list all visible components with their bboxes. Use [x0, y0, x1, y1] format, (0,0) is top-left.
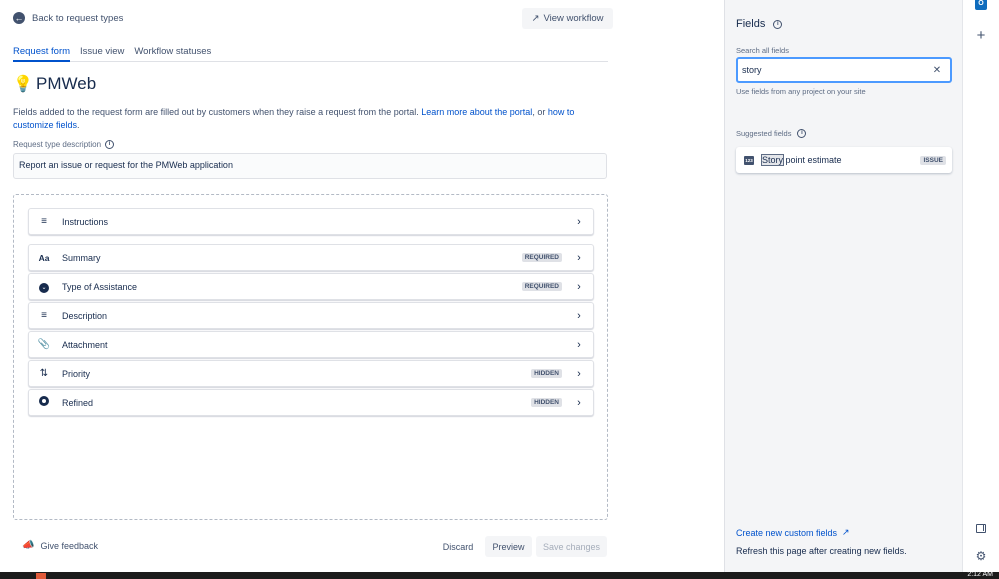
discard-button[interactable]: Discard — [437, 536, 479, 557]
sidebar-toggle-icon[interactable] — [974, 522, 988, 536]
dropdown-circle-icon: ⌄ — [37, 281, 51, 293]
info-sentence: Fields added to the request form are fil… — [13, 107, 419, 117]
suggested-field-story-point-estimate[interactable]: 123 Story point estimate ISSUE — [736, 147, 952, 173]
field-row-description[interactable]: ≡ Description › — [28, 302, 594, 329]
tab-workflow-statuses[interactable]: Workflow statuses — [134, 44, 211, 62]
back-to-request-types-link[interactable]: ← Back to request types — [13, 12, 123, 24]
field-row-attachment[interactable]: 📎 Attachment › — [28, 331, 594, 358]
field-row-priority[interactable]: ⇅ Priority HIDDEN › — [28, 360, 594, 387]
priority-arrows-icon: ⇅ — [39, 368, 49, 379]
fields-panel-title: Fields i — [736, 18, 783, 30]
hidden-badge: HIDDEN — [531, 369, 562, 378]
field-row-refined[interactable]: Refined HIDDEN › — [28, 389, 594, 416]
search-fields-box[interactable]: ✕ — [736, 57, 952, 83]
view-workflow-label: View workflow — [543, 13, 604, 24]
field-row-type-of-assistance[interactable]: ⌄ Type of Assistance REQUIRED › — [28, 273, 594, 300]
request-form-editor: ← Back to request types ↗ View workflow … — [0, 0, 724, 572]
taskbar-clock: 2:12 AM — [967, 571, 993, 578]
external-link-icon: ↗ — [842, 527, 850, 537]
clear-search-icon[interactable]: ✕ — [930, 65, 944, 76]
field-label: Priority — [62, 368, 91, 379]
required-badge: REQUIRED — [521, 253, 562, 262]
request-type-description-field[interactable]: Report an issue or request for the PMWeb… — [13, 153, 607, 179]
tab-issue-view[interactable]: Issue view — [80, 44, 124, 62]
search-hint: Use fields from any project on your site — [736, 87, 866, 96]
chevron-right-icon[interactable]: › — [574, 252, 584, 264]
field-label: Instructions — [62, 216, 109, 227]
page-title: 💡 PMWeb — [13, 74, 96, 94]
field-label: Type of Assistance — [62, 281, 138, 292]
arrow-left-icon: ← — [13, 12, 25, 24]
taskbar: 2:12 AM — [0, 571, 999, 579]
text-lines-icon: ≡ — [41, 310, 47, 321]
form-drop-area: ≡ Instructions › Aa Summary REQUIRED › ⌄… — [13, 194, 608, 520]
issue-badge: ISSUE — [920, 155, 946, 165]
preview-button[interactable]: Preview — [485, 536, 532, 557]
description-label: Request type description i — [13, 140, 115, 149]
number-field-icon: 123 — [744, 155, 754, 165]
chevron-right-icon[interactable]: › — [574, 310, 584, 322]
text-format-icon: Aa — [38, 252, 50, 263]
field-label: Attachment — [62, 339, 108, 350]
create-custom-fields-link[interactable]: Create new custom fields ↗ — [736, 527, 850, 538]
radio-circle-icon — [37, 396, 51, 409]
chevron-right-icon[interactable]: › — [574, 216, 584, 228]
tab-bar: Request form Issue view Workflow statuse… — [13, 44, 608, 62]
tab-request-form[interactable]: Request form — [13, 44, 71, 62]
chevron-right-icon[interactable]: › — [574, 368, 584, 380]
back-label: Back to request types — [32, 12, 124, 24]
give-feedback-label: Give feedback — [40, 540, 98, 551]
fields-panel: Fields i Search all fields ✕ Use fields … — [724, 0, 962, 572]
info-icon[interactable]: i — [105, 140, 115, 149]
view-workflow-button[interactable]: ↗ View workflow — [522, 8, 613, 29]
info-icon[interactable]: i — [797, 129, 807, 138]
field-label: Description — [62, 310, 108, 321]
add-icon[interactable]: + — [974, 27, 988, 44]
paperclip-icon: 📎 — [37, 339, 51, 350]
field-label: Summary — [62, 252, 101, 263]
info-text: Fields added to the request form are fil… — [13, 107, 575, 130]
learn-more-link[interactable]: Learn more about the portal — [421, 107, 532, 117]
give-feedback-button[interactable]: 📣 Give feedback — [22, 540, 98, 551]
chevron-right-icon[interactable]: › — [574, 339, 584, 351]
required-badge: REQUIRED — [521, 282, 562, 291]
search-fields-label: Search all fields — [736, 46, 789, 55]
megaphone-icon: 📣 — [22, 540, 35, 551]
field-row-instructions[interactable]: ≡ Instructions › — [28, 208, 594, 235]
refresh-instruction: Refresh this page after creating new fie… — [736, 546, 907, 556]
info-or: , or — [532, 107, 546, 117]
hidden-badge: HIDDEN — [531, 398, 562, 407]
suggested-fields-heading: Suggested fields i — [736, 129, 807, 138]
text-lines-icon: ≡ — [41, 216, 47, 227]
outlook-icon[interactable]: O — [974, 0, 988, 14]
suggested-field-label: Story point estimate — [760, 154, 842, 166]
chevron-right-icon[interactable]: › — [574, 281, 584, 293]
save-changes-button[interactable]: Save changes — [536, 536, 607, 557]
field-row-summary[interactable]: Aa Summary REQUIRED › — [28, 244, 594, 271]
taskbar-app-icon[interactable] — [36, 573, 46, 579]
workflow-icon: ↗ — [531, 13, 540, 24]
chevron-right-icon[interactable]: › — [574, 397, 584, 409]
lightbulb-icon: 💡 — [13, 76, 33, 93]
request-type-name: PMWeb — [36, 74, 97, 93]
field-label: Refined — [62, 397, 94, 408]
gear-icon[interactable]: ⚙ — [974, 549, 988, 563]
search-fields-input[interactable] — [742, 65, 930, 75]
right-rail: O + ⚙ — [962, 0, 999, 572]
info-icon[interactable]: i — [773, 19, 783, 29]
